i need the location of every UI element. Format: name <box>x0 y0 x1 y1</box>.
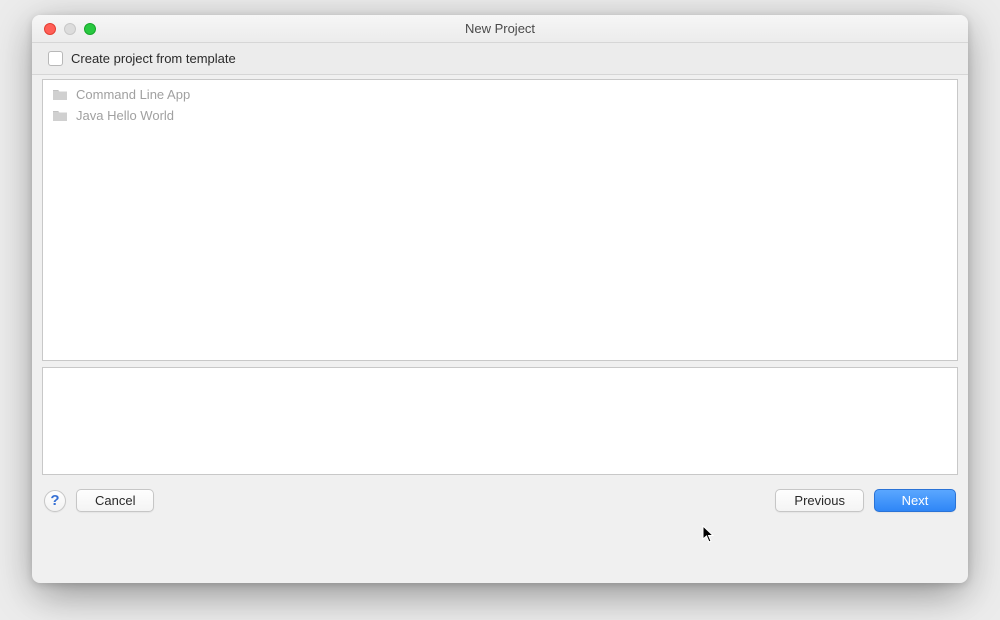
panels-wrapper: Command Line App Java Hello World <box>32 75 968 475</box>
template-label: Java Hello World <box>76 108 174 123</box>
help-button[interactable]: ? <box>44 490 66 512</box>
button-bar: ? Cancel Previous Next <box>32 475 968 526</box>
template-label: Command Line App <box>76 87 190 102</box>
dialog-content: Create project from template Command Lin… <box>32 43 968 526</box>
list-item[interactable]: Command Line App <box>43 84 957 105</box>
new-project-dialog: New Project Create project from template… <box>32 15 968 583</box>
template-checkbox-row: Create project from template <box>32 43 968 75</box>
previous-button[interactable]: Previous <box>775 489 864 512</box>
minimize-icon[interactable] <box>64 23 76 35</box>
maximize-icon[interactable] <box>84 23 96 35</box>
list-item[interactable]: Java Hello World <box>43 105 957 126</box>
create-from-template-label: Create project from template <box>71 51 236 66</box>
create-from-template-checkbox[interactable] <box>48 51 63 66</box>
folder-icon <box>51 88 69 102</box>
next-button[interactable]: Next <box>874 489 956 512</box>
description-panel <box>42 367 958 475</box>
folder-icon <box>51 109 69 123</box>
window-title: New Project <box>32 21 968 36</box>
cancel-button[interactable]: Cancel <box>76 489 154 512</box>
titlebar: New Project <box>32 15 968 43</box>
window-controls <box>44 23 96 35</box>
close-icon[interactable] <box>44 23 56 35</box>
template-list[interactable]: Command Line App Java Hello World <box>42 79 958 361</box>
